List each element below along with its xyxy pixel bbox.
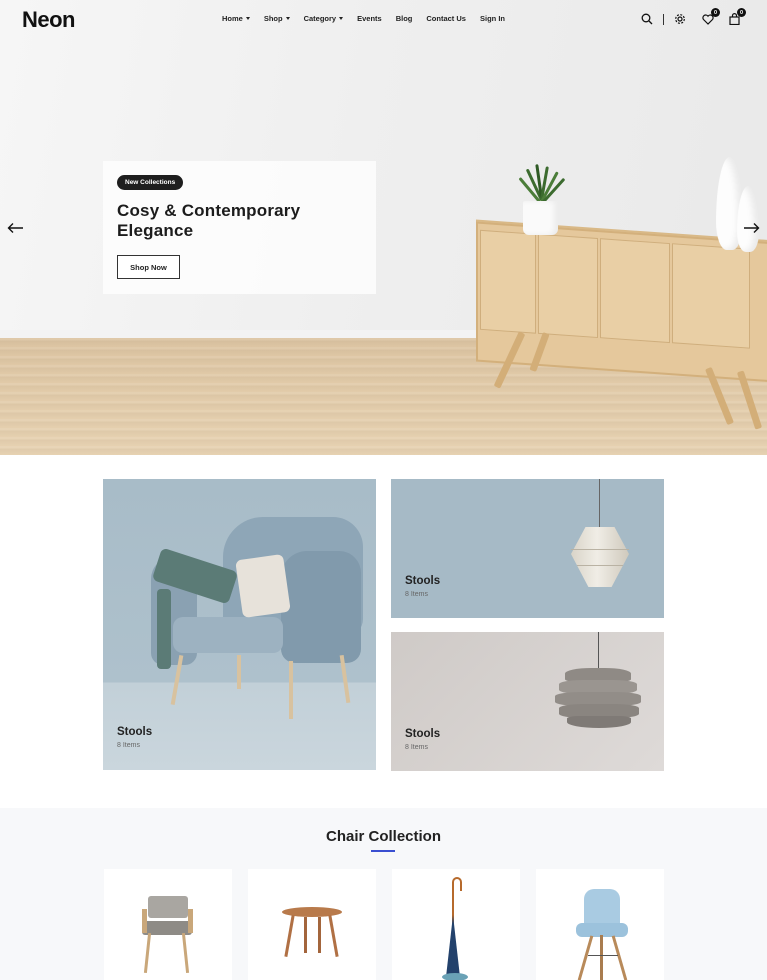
chair-collection-section: Chair Collection [0, 808, 767, 980]
nav-label: Blog [395, 14, 413, 23]
nav-blog[interactable]: Blog [396, 14, 413, 23]
nav-sign-in[interactable]: Sign In [480, 14, 505, 23]
hero-banner: New Collections Cosy & Contemporary Eleg… [0, 0, 767, 455]
header-icons: 0 0 [638, 8, 746, 28]
product-card[interactable] [536, 869, 664, 980]
shop-now-button[interactable]: Shop Now [117, 255, 180, 279]
tile-count: 8 Items [405, 591, 428, 598]
wishlist-count-badge: 0 [711, 8, 720, 17]
tile-count: 8 Items [405, 744, 428, 751]
nav-label: Contact Us [426, 14, 466, 23]
nav-contact-us[interactable]: Contact Us [426, 14, 466, 23]
heart-icon[interactable]: 0 [699, 8, 720, 28]
title-underline [371, 850, 395, 852]
search-icon[interactable] [638, 10, 656, 28]
main-nav: Home Shop Category Events Blog Contact U… [222, 14, 519, 23]
nav-label: Sign In [479, 14, 505, 23]
caret-down-icon [285, 17, 290, 20]
section-title: Chair Collection [325, 828, 441, 845]
product-card[interactable] [392, 869, 520, 980]
nav-category[interactable]: Category [304, 14, 344, 23]
vase-image [737, 186, 759, 252]
site-header: Neon Home Shop Category Events Blog Cont… [0, 0, 767, 40]
category-tile-layered-lamp[interactable]: Stools 8 Items [391, 632, 664, 771]
caret-down-icon [339, 17, 344, 20]
category-tile-paper-lamp[interactable]: Stools 8 Items [391, 479, 664, 618]
divider [663, 13, 664, 25]
nav-home[interactable]: Home [222, 14, 250, 23]
nav-label: Shop [263, 14, 283, 23]
logo[interactable]: Neon [22, 7, 76, 33]
arrow-left-icon[interactable] [7, 221, 25, 233]
tile-count: 8 Items [117, 742, 140, 749]
new-collections-badge: New Collections [117, 175, 184, 190]
nav-label: Events [357, 14, 382, 23]
product-card[interactable] [104, 869, 232, 980]
nav-label: Home [222, 14, 243, 23]
nav-events[interactable]: Events [357, 14, 382, 23]
hero-title: Cosy & Contemporary Elegance [117, 201, 301, 240]
tile-title: Stools [405, 728, 441, 740]
product-card[interactable] [248, 869, 376, 980]
nav-shop[interactable]: Shop [264, 14, 290, 23]
cart-count-badge: 0 [737, 8, 746, 17]
caret-down-icon [245, 17, 250, 20]
category-tile-armchair[interactable]: Stools 8 Items [103, 479, 376, 770]
arrow-right-icon[interactable] [742, 221, 760, 233]
nav-label: Category [303, 14, 337, 23]
tile-title: Stools [117, 726, 153, 738]
bag-icon[interactable]: 0 [725, 8, 746, 28]
gear-icon[interactable] [671, 10, 689, 28]
tile-title: Stools [405, 575, 441, 587]
hero-card: New Collections Cosy & Contemporary Eleg… [103, 161, 376, 294]
